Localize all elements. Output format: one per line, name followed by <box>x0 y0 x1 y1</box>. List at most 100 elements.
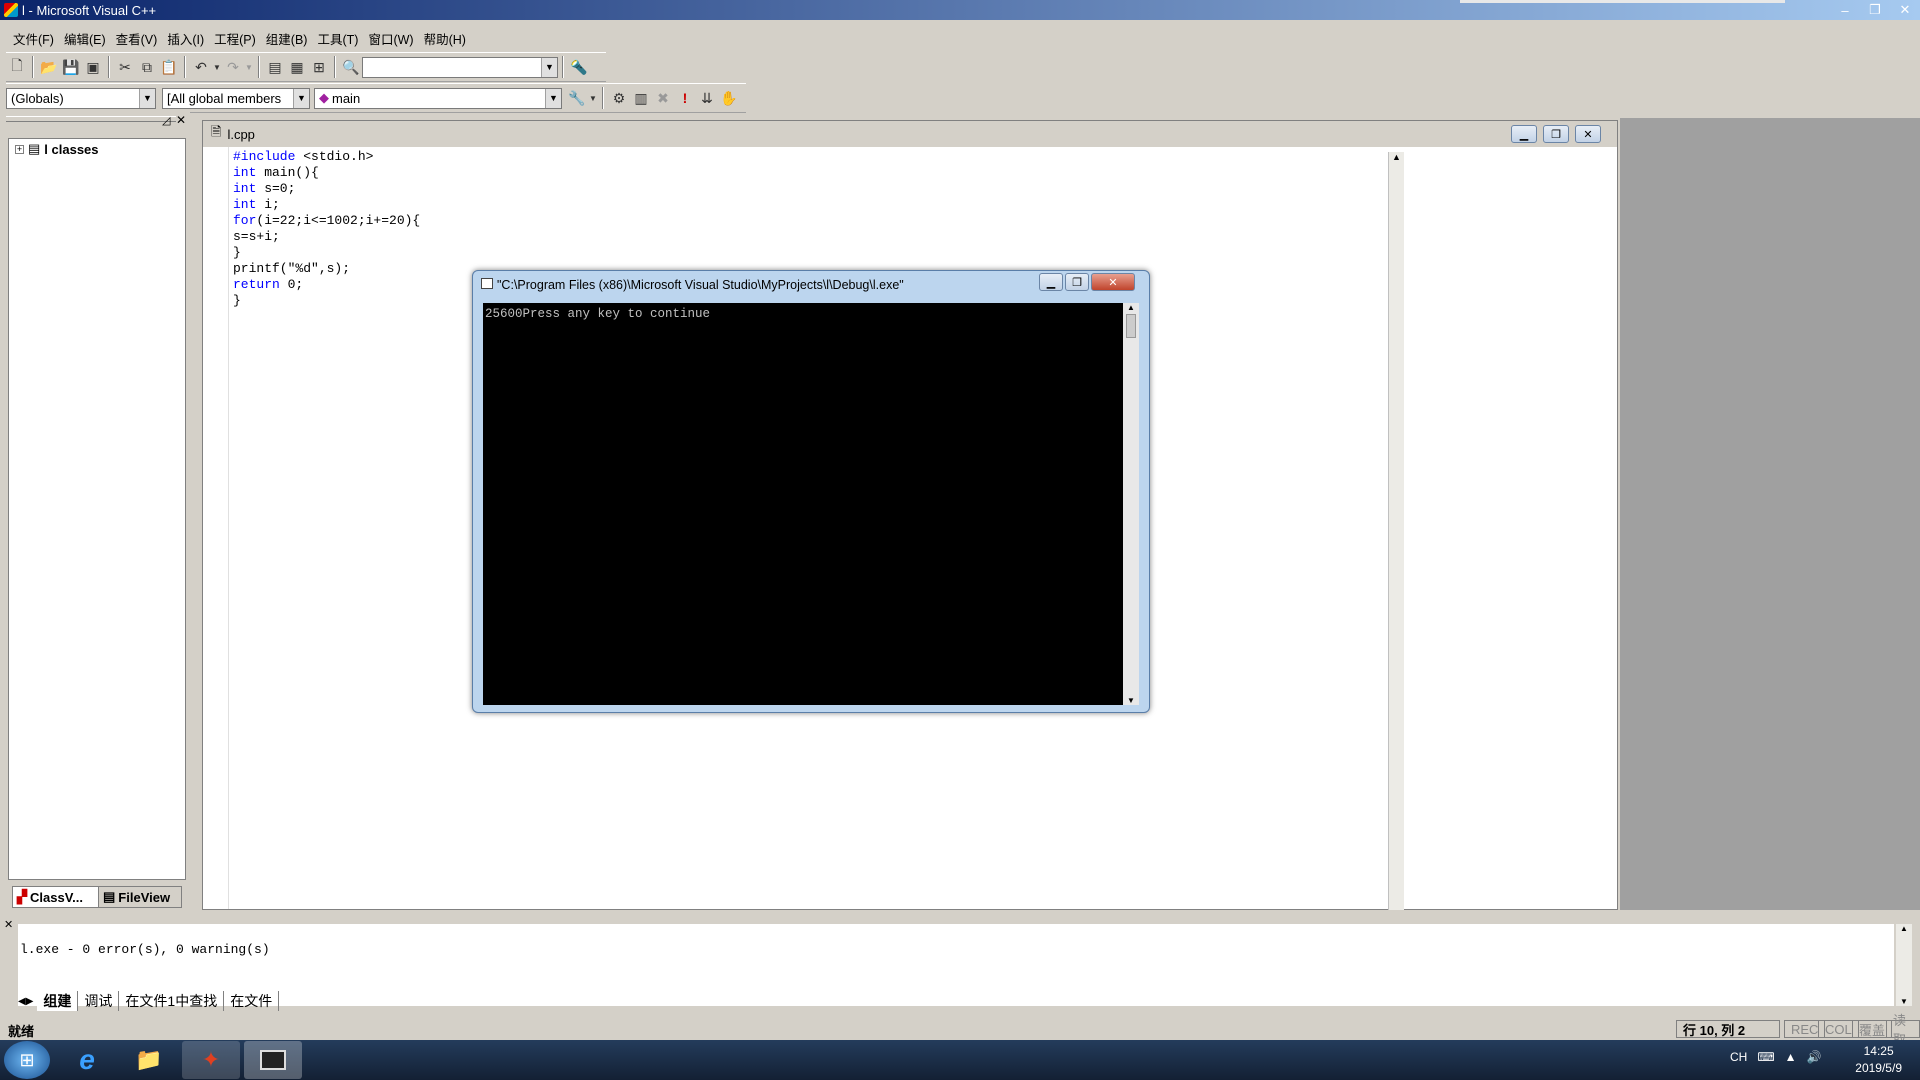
status-bar: 就绪 行 10, 列 2 REC COL 覆盖 读取 <box>0 1013 1920 1047</box>
ie-taskbar-item[interactable]: e <box>58 1041 116 1079</box>
output-window-icon[interactable]: ▦ <box>286 56 308 78</box>
console-taskbar-item[interactable] <box>244 1041 302 1079</box>
undo-icon[interactable]: ↶ <box>190 56 212 78</box>
pane-grip[interactable] <box>6 116 176 122</box>
wizard-bar: (Globals) ▼ [All global members ▼ ◆ main ▼ 🔧… <box>6 83 746 113</box>
code-line: #include <stdio.h> <box>233 149 374 164</box>
cut-icon[interactable]: ✂ <box>114 56 136 78</box>
wizard-action-icon[interactable]: 🔧 <box>566 87 588 109</box>
chevron-down-icon[interactable]: ▼ <box>139 88 155 108</box>
output-scrollbar[interactable]: ▲ ▼ <box>1896 924 1912 1006</box>
console-scrollbar[interactable]: ▲ ▼ <box>1123 303 1139 705</box>
menu-build[interactable]: 组建(B) <box>261 29 313 48</box>
menu-window[interactable]: 窗口(W) <box>363 29 418 48</box>
clock[interactable]: 14:25 2019/5/9 <box>1855 1043 1902 1077</box>
undo-dropdown-icon[interactable]: ▼ <box>212 56 222 78</box>
separator <box>602 87 604 109</box>
menu-file[interactable]: 文件(F) <box>8 29 59 48</box>
console-minimize-button[interactable]: ▁ <box>1039 273 1063 291</box>
paste-icon[interactable]: 📋 <box>158 56 180 78</box>
standard-toolbar: 🗋 📂 💾 ▣ ✂ ⧉ 📋 ↶ ▼ ↷ ▼ ▤ ▦ ⊞ 🔍 ▼ 🔦 <box>6 52 606 82</box>
find-in-files-icon[interactable]: 🔍 <box>340 56 362 78</box>
console-close-button[interactable]: ✕ <box>1091 273 1135 291</box>
members-combo[interactable]: [All global members ▼ <box>162 87 310 109</box>
show-hidden-icon[interactable]: ▲ <box>1785 1050 1797 1064</box>
scroll-up-icon[interactable]: ▲ <box>1896 924 1912 933</box>
restore-button[interactable]: ❐ <box>1860 0 1890 20</box>
menu-view[interactable]: 查看(V) <box>111 29 163 48</box>
function-combo[interactable]: ◆ main ▼ <box>314 87 562 109</box>
workspace-icon[interactable]: ▤ <box>264 56 286 78</box>
expand-icon[interactable]: + <box>15 144 24 154</box>
menu-edit[interactable]: 编辑(E) <box>59 29 111 48</box>
explorer-taskbar-item[interactable]: 📁 <box>120 1041 178 1079</box>
pane-restore-icon[interactable]: ◿ <box>162 114 170 127</box>
scope-combo[interactable]: (Globals) ▼ <box>6 87 156 109</box>
chevron-down-icon[interactable]: ▼ <box>541 57 557 77</box>
menu-insert[interactable]: 插入(I) <box>162 29 209 48</box>
breakpoint-icon[interactable]: ✋ <box>718 87 740 109</box>
keyboard-icon[interactable]: ⌨ <box>1757 1050 1774 1064</box>
chevron-down-icon[interactable]: ▼ <box>293 88 309 108</box>
classview-icon: ▞ <box>17 889 27 904</box>
wizard-dropdown-icon[interactable]: ▼ <box>588 87 598 109</box>
scroll-down-icon[interactable]: ▼ <box>1896 997 1912 1006</box>
tree-root-label: l classes <box>44 141 99 157</box>
console-maximize-button[interactable]: ❐ <box>1065 273 1089 291</box>
separator <box>334 56 336 78</box>
scroll-down-icon[interactable]: ▼ <box>1123 696 1139 705</box>
find-icon[interactable]: 🔦 <box>568 56 590 78</box>
build-icon[interactable]: ▥ <box>630 87 652 109</box>
tab-debug[interactable]: 调试 <box>78 991 120 1011</box>
editor-filename: l.cpp <box>227 126 255 142</box>
open-icon[interactable]: 📂 <box>38 56 60 78</box>
start-button[interactable]: ⊞ <box>4 1041 50 1079</box>
output-tabs: ◀ ▶ 组建 调试 在文件1中查找 在文件 <box>18 991 418 1011</box>
new-file-icon[interactable]: 🗋 <box>6 56 28 78</box>
folder-icon: 📁 <box>135 1047 163 1072</box>
separator <box>184 56 186 78</box>
tab-classview[interactable]: ▞ ClassV... <box>12 886 100 908</box>
minimize-button[interactable]: – <box>1830 0 1860 20</box>
console-title: "C:\Program Files (x86)\Microsoft Visual… <box>497 278 904 292</box>
tab-scroll-left-icon[interactable]: ◀ <box>18 996 26 1007</box>
find-combo[interactable]: ▼ <box>362 56 558 78</box>
scroll-up-icon[interactable]: ▲ <box>1123 303 1139 312</box>
menu-tools[interactable]: 工具(T) <box>312 29 363 48</box>
tab-find-in-files-1[interactable]: 在文件1中查找 <box>119 991 225 1011</box>
editor-gutter <box>203 147 229 909</box>
tab-find-in-files-2[interactable]: 在文件 <box>224 991 280 1011</box>
redo-icon[interactable]: ↷ <box>222 56 244 78</box>
vc-taskbar-item[interactable]: ✦ <box>182 1041 240 1079</box>
editor-scrollbar[interactable]: ▲ <box>1388 152 1404 910</box>
compile-icon[interactable]: ⚙ <box>608 87 630 109</box>
menu-project[interactable]: 工程(P) <box>209 29 261 48</box>
editor-minimize-button[interactable]: ▁ <box>1511 125 1537 143</box>
tree-root[interactable]: + ▤ l classes <box>15 141 99 157</box>
copy-icon[interactable]: ⧉ <box>136 56 158 78</box>
scroll-up-icon[interactable]: ▲ <box>1389 152 1404 162</box>
tab-scroll-right-icon[interactable]: ▶ <box>26 996 34 1007</box>
volume-icon[interactable]: 🔊 <box>1807 1050 1822 1064</box>
scroll-thumb[interactable] <box>1126 314 1136 338</box>
save-all-icon[interactable]: ▣ <box>82 56 104 78</box>
chevron-down-icon[interactable]: ▼ <box>545 88 561 108</box>
editor-restore-button[interactable]: ❐ <box>1543 125 1569 143</box>
output-close-icon[interactable]: ✕ <box>4 918 13 931</box>
redo-dropdown-icon[interactable]: ▼ <box>244 56 254 78</box>
go-icon[interactable]: ⇊ <box>696 87 718 109</box>
language-indicator[interactable]: CH <box>1730 1050 1747 1064</box>
stop-build-icon[interactable]: ✖ <box>652 87 674 109</box>
close-button[interactable]: ✕ <box>1890 0 1920 20</box>
execute-icon[interactable]: ! <box>674 87 696 109</box>
console-output[interactable]: 25600Press any key to continue <box>483 303 1123 705</box>
menu-help[interactable]: 帮助(H) <box>419 29 471 48</box>
editor-close-button[interactable]: ✕ <box>1575 125 1601 143</box>
window-list-icon[interactable]: ⊞ <box>308 56 330 78</box>
pane-close-icon[interactable]: ✕ <box>176 113 186 127</box>
tab-fileview[interactable]: ▤ FileView <box>98 886 182 908</box>
save-icon[interactable]: 💾 <box>60 56 82 78</box>
tab-build[interactable]: 组建 <box>37 991 79 1011</box>
separator <box>108 56 110 78</box>
code-line: int main(){ <box>233 165 319 180</box>
